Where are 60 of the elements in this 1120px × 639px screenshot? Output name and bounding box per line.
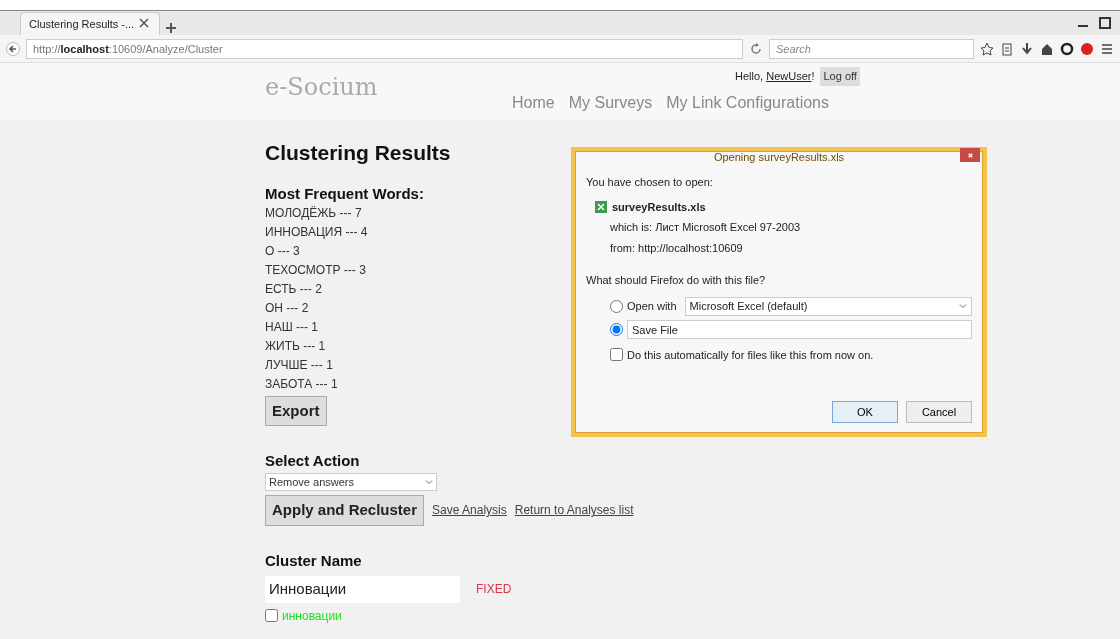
option-label: Open with [627,298,677,314]
radio-button[interactable] [610,299,623,313]
text-link[interactable]: Save Analysis [432,501,507,520]
browser-tab[interactable]: Clustering Results -... [20,11,160,35]
dialog-text: from: http://localhost:10609 [609,240,744,256]
answer-text: инновации [282,607,342,625]
section-heading: Most Frequent Words: [265,184,424,205]
action-select[interactable]: Remove answers [265,472,437,492]
greeting-text: Hello, NewUser! [735,69,815,84]
word-count-item: ЕСТЬ --- 2 [265,281,322,297]
chevron-icon [425,479,433,484]
address-field[interactable]: http://localhost:10609/Analyze/Cluster [26,38,743,59]
section-heading: Cluster Name [265,550,362,571]
option-label: Save File [627,319,972,339]
site-logo: e-Socium [265,72,378,103]
word-count-item: О --- 3 [265,243,300,259]
search-field[interactable]: Search [769,38,974,59]
home-icon[interactable] [1040,41,1054,56]
star-icon[interactable] [980,41,994,56]
reload-icon[interactable] [749,41,763,56]
page-title: Clustering Results [265,140,451,166]
app-select[interactable]: Microsoft Excel (default) [684,296,972,316]
word-count-item: ОН --- 2 [265,300,309,316]
word-count-item: ЗАБОТА --- 1 [265,376,338,392]
word-count-item: ТЕХОСМОТР --- 3 [265,262,366,278]
cancel-button[interactable]: Cancel [906,401,972,423]
file-name: surveyResults.xls [612,199,706,215]
close-button[interactable] [960,148,980,162]
maximize-icon[interactable] [1098,16,1112,30]
word-count-item: НАШ --- 1 [265,319,318,335]
back-icon[interactable] [6,41,20,56]
word-count-item: МОЛОДЁЖЬ --- 7 [265,205,362,221]
section-heading: Select Action [265,451,360,472]
word-count-item: ЖИТЬ --- 1 [265,338,326,354]
menu-icon[interactable] [1100,41,1114,56]
logoff-link[interactable]: Log off [820,67,860,86]
status-label: FIXED [476,581,512,599]
circle-icon[interactable] [1060,41,1074,56]
answer-checkbox[interactable] [265,609,278,623]
stop-sign-icon[interactable] [1080,41,1094,56]
dialog-title: Opening surveyResults.xls [712,150,846,165]
apply-button[interactable]: Apply and Recluster [265,495,425,526]
ok-button[interactable]: OK [832,401,898,423]
cluster-name-field[interactable]: Инновации [265,576,460,603]
chevron-icon [959,304,967,308]
dialog-text: You have chosen to open: [586,175,714,190]
spreadsheet-icon [594,199,608,214]
word-count-item: ЛУЧШЕ --- 1 [265,357,333,373]
plus-icon[interactable] [164,21,178,35]
close-icon[interactable] [137,15,151,30]
clipboard-icon[interactable] [1000,41,1014,56]
dialog-text: which is: Лист Microsoft Excel 97-2003 [609,220,802,235]
auto-checkbox[interactable] [610,348,623,362]
checkbox-label: Do this automatically for files like this from now on. [627,347,874,363]
download-icon[interactable] [1020,41,1034,56]
dialog-text: What should Firefox do with this file? [586,273,767,288]
text-link[interactable]: Return to Analyses list [514,501,634,520]
word-count-item: ИННОВАЦИЯ --- 4 [265,224,368,240]
export-button[interactable]: Export [265,395,327,427]
radio-button[interactable] [610,322,623,336]
